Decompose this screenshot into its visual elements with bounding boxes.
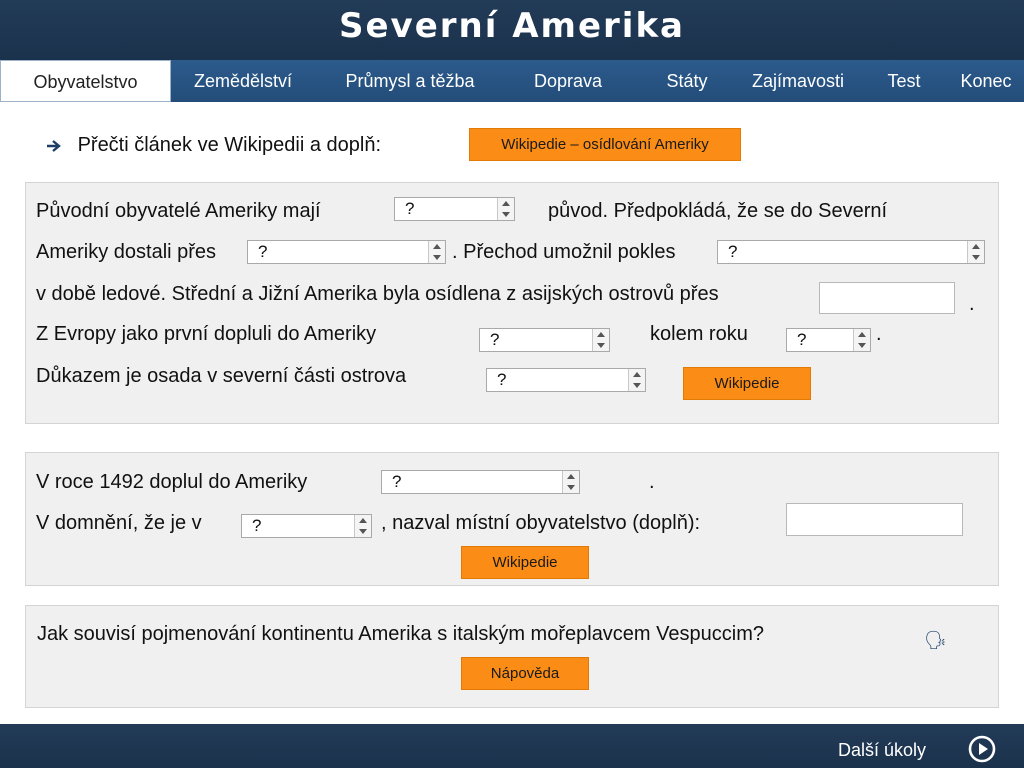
title-bar: Severní Amerika bbox=[0, 0, 1024, 60]
spinner-arrows-icon[interactable] bbox=[562, 471, 579, 493]
tab-test[interactable]: Test bbox=[872, 60, 936, 102]
wikipedia-button[interactable]: Wikipedie bbox=[683, 367, 811, 400]
text-line: V domnění, že je v bbox=[36, 512, 202, 534]
answer-spinner[interactable]: ? bbox=[394, 197, 515, 221]
text-line: Z Evropy jako první dopluli do Ameriky bbox=[36, 323, 377, 345]
text-line: . Přechod umožnil pokles bbox=[452, 241, 676, 263]
text-line: , nazval místní obyvatelstvo (doplň): bbox=[381, 512, 701, 534]
tab-konec[interactable]: Konec bbox=[950, 60, 1022, 102]
answer-field[interactable] bbox=[786, 503, 963, 536]
spinner-value: ? bbox=[497, 370, 507, 389]
text-line: Ameriky dostali přes bbox=[36, 241, 217, 263]
answer-spinner[interactable]: ? bbox=[786, 328, 871, 352]
arrow-right-icon bbox=[46, 135, 72, 156]
text-line: kolem roku bbox=[650, 323, 748, 345]
spinner-arrows-icon[interactable] bbox=[428, 241, 445, 263]
wikipedia-button[interactable]: Wikipedie bbox=[461, 546, 589, 579]
tab-doprava[interactable]: Doprava bbox=[510, 60, 626, 102]
tab-staty[interactable]: Státy bbox=[644, 60, 730, 102]
text-period: . bbox=[649, 471, 655, 493]
text-line: Důkazem je osada v severní části ostrova bbox=[36, 365, 407, 387]
hint-button[interactable]: Nápověda bbox=[461, 657, 589, 690]
spinner-arrows-icon[interactable] bbox=[967, 241, 984, 263]
nav-bar: Obyvatelstvo Zemědělství Průmysl a těžba… bbox=[0, 60, 1024, 102]
spinner-arrows-icon[interactable] bbox=[592, 329, 609, 351]
instruction: Přečti článek ve Wikipedii a doplň: bbox=[46, 134, 381, 157]
play-icon[interactable] bbox=[968, 735, 996, 763]
tab-prumysl-a-tezba[interactable]: Průmysl a těžba bbox=[320, 60, 500, 102]
tab-obyvatelstvo[interactable]: Obyvatelstvo bbox=[0, 60, 171, 102]
spinner-value: ? bbox=[392, 472, 402, 491]
spinner-arrows-icon[interactable] bbox=[853, 329, 870, 351]
spinner-value: ? bbox=[405, 199, 415, 218]
spinner-arrows-icon[interactable] bbox=[497, 198, 514, 220]
answer-spinner[interactable]: ? bbox=[247, 240, 446, 264]
wikipedia-settlement-link[interactable]: Wikipedie – osídlování Ameriky bbox=[469, 128, 741, 161]
question-text: Jak souvisí pojmenování kontinentu Ameri… bbox=[37, 623, 764, 645]
answer-spinner[interactable]: ? bbox=[479, 328, 610, 352]
tab-zajimavosti[interactable]: Zajímavosti bbox=[738, 60, 858, 102]
footer-bar: Další úkoly bbox=[0, 724, 1024, 768]
spinner-arrows-icon[interactable] bbox=[354, 515, 371, 537]
text-line: Původní obyvatelé Ameriky mají bbox=[36, 200, 321, 222]
answer-spinner[interactable]: ? bbox=[486, 368, 646, 392]
answer-spinner[interactable]: ? bbox=[241, 514, 372, 538]
text-period: . bbox=[876, 323, 882, 345]
spinner-value: ? bbox=[797, 330, 807, 349]
page-title: Severní Amerika bbox=[338, 6, 685, 46]
text-line: v době ledové. Střední a Jižní Amerika b… bbox=[36, 283, 719, 305]
answer-spinner[interactable]: ? bbox=[717, 240, 985, 264]
answer-field[interactable] bbox=[819, 282, 955, 314]
next-tasks-label[interactable]: Další úkoly bbox=[838, 740, 926, 761]
spinner-value: ? bbox=[490, 330, 500, 349]
text-line: původ. Předpokládá, že se do Severní bbox=[548, 200, 888, 222]
text-period: . bbox=[969, 293, 975, 315]
answer-spinner[interactable]: ? bbox=[381, 470, 580, 494]
instruction-text: Přečti článek ve Wikipedii a doplň: bbox=[77, 134, 382, 156]
spinner-arrows-icon[interactable] bbox=[628, 369, 645, 391]
spinner-value: ? bbox=[728, 242, 738, 261]
text-line: V roce 1492 doplul do Ameriky bbox=[36, 471, 308, 493]
spinner-value: ? bbox=[258, 242, 268, 261]
spinner-value: ? bbox=[252, 516, 262, 535]
speaker-icon[interactable]: 🗣 bbox=[924, 630, 947, 651]
tab-zemedelstvi[interactable]: Zemědělství bbox=[171, 60, 315, 102]
